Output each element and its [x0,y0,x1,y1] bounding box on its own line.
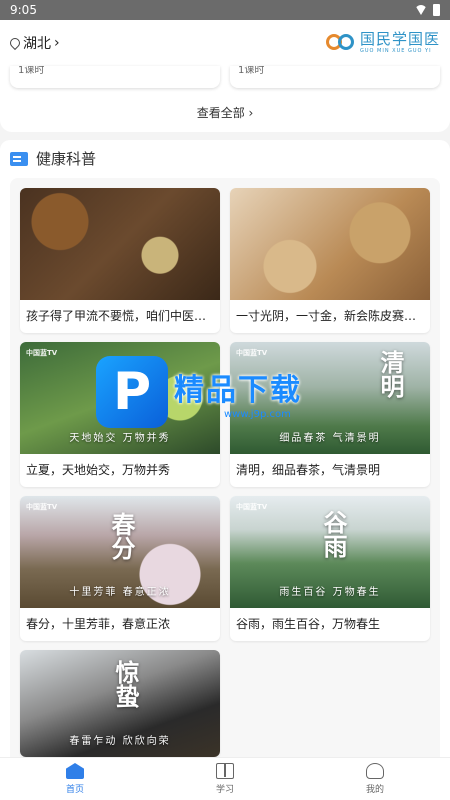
video-overlay-subtitle: 雨生百谷 万物春生 [279,587,381,598]
battery-icon [433,4,440,16]
channel-logo: 中国蓝TV [236,503,268,511]
video-overlay-subtitle: 春雷乍动 欣欣向荣 [69,736,171,747]
video-thumbnail: 中国蓝TV 谷雨 雨生百谷 万物春生 [230,496,430,608]
video-overlay-title: 谷雨 [319,510,348,558]
tab-label: 首页 [65,785,84,795]
logo-title: 国民学国医 [359,30,440,48]
video-overlay-title: 春分 [107,512,136,560]
section-title: 健康科普 [36,150,97,168]
chevron-right-icon: › [54,35,60,51]
location-pin-icon [7,35,23,51]
see-all-link[interactable]: 查看全部 › [0,104,450,121]
video-thumbnail [230,188,430,300]
channel-logo: 中国蓝TV [26,503,58,511]
section-header: 健康科普 [10,148,96,169]
channel-logo: 中国蓝TV [236,349,268,357]
tab-study[interactable]: 学习 [150,758,300,800]
tab-label: 我的 [365,785,384,795]
status-bar: 9:05 [0,0,450,20]
tab-label: 学习 [215,785,234,795]
course-strip: 1课时 1课时 [0,66,450,132]
channel-logo: 中国蓝TV [26,349,58,357]
video-thumbnail [20,188,220,300]
video-title: 立夏，天地始交，万物并秀 [26,463,171,477]
video-card[interactable]: 中国蓝TV 清明 细品春茶 气清景明 清明，细品春茶，气清景明 [230,342,430,487]
book-icon [216,763,234,779]
video-overlay-subtitle: 十里芳菲 春意正浓 [69,587,171,598]
tab-mine[interactable]: 我的 [300,758,450,800]
video-thumbnail: 中国蓝TV 春分 十里芳菲 春意正浓 [20,496,220,608]
course-card-left[interactable]: 1课时 [10,66,220,88]
app-logo: 国民学国医 GUO MIN XUE GUO YI [325,30,440,54]
video-card[interactable]: 孩子得了甲流不要慌，咱们中医… [20,188,220,333]
section-icon [10,151,28,166]
course-lessons: 1课时 [238,66,265,76]
video-title: 春分，十里芳菲，春意正浓 [26,617,171,631]
video-thumbnail: 中国蓝TV 清明 细品春茶 气清景明 [230,342,430,454]
user-icon [366,763,384,779]
logo-subtitle: GUO MIN XUE GUO YI [359,48,432,54]
bottom-tab-bar: 首页 学习 我的 [0,757,450,800]
video-card[interactable]: 中国蓝TV 谷雨 雨生百谷 万物春生 谷雨，雨生百谷，万物春生 [230,496,430,641]
course-card-right[interactable]: 1课时 [230,66,440,88]
wifi-icon [415,5,427,15]
home-icon [66,763,84,779]
video-title: 谷雨，雨生百谷，万物春生 [236,617,381,631]
video-card[interactable]: 惊蛰 春雷乍动 欣欣向荣 [20,650,220,757]
video-overlay-subtitle: 天地始交 万物并秀 [69,433,171,444]
tab-home[interactable]: 首页 [0,758,150,800]
video-thumbnail: 中国蓝TV 天地始交 万物并秀 [20,342,220,454]
course-lessons: 1课时 [18,66,45,76]
video-thumbnail: 惊蛰 春雷乍动 欣欣向荣 [20,650,220,757]
header: 湖北 › 国民学国医 GUO MIN XUE GUO YI [0,20,450,66]
video-card[interactable]: 中国蓝TV 天地始交 万物并秀 立夏，天地始交，万物并秀 [20,342,220,487]
video-title: 一寸光阴，一寸金，新会陈皮赛… [236,309,417,323]
video-overlay-title: 惊蛰 [111,660,140,708]
status-time: 9:05 [10,3,37,17]
video-card[interactable]: 一寸光阴，一寸金，新会陈皮赛… [230,188,430,333]
logo-mark-icon [325,32,356,54]
location-label: 湖北 [23,36,51,52]
video-card[interactable]: 中国蓝TV 春分 十里芳菲 春意正浓 春分，十里芳菲，春意正浓 [20,496,220,641]
video-title: 清明，细品春茶，气清景明 [236,463,381,477]
location-selector[interactable]: 湖北 › [7,33,60,53]
video-overlay-subtitle: 细品春茶 气清景明 [279,433,381,444]
status-icons [415,4,440,16]
video-title: 孩子得了甲流不要慌，咱们中医… [26,309,207,323]
video-overlay-title: 清明 [376,350,405,398]
